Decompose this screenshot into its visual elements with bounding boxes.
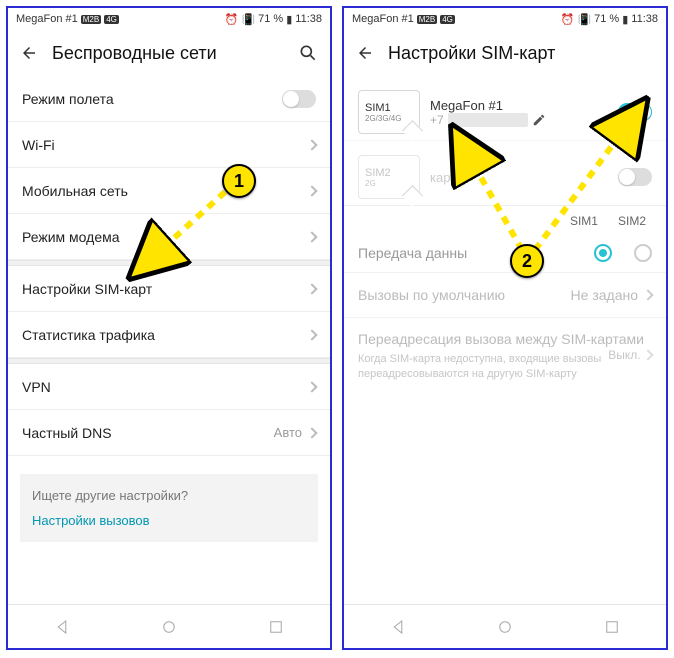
row-mobile-network[interactable]: Мобильная сеть [8,168,330,214]
edit-icon[interactable] [532,113,546,127]
status-bar: MegaFon #1 M2B 4G ⏰ 📳 71 % ▮ 11:38 [344,8,666,30]
row-value: Авто [274,425,302,440]
screenshot-right: MegaFon #1 M2B 4G ⏰ 📳 71 % ▮ 11:38 Настр… [342,6,668,650]
chevron-right-icon [306,231,317,242]
battery-icon: ▮ [622,13,628,26]
back-icon[interactable] [356,44,374,62]
row-label: Частный DNS [22,425,274,441]
status-bar: MegaFon #1 M2B 4G ⏰ 📳 71 % ▮ 11:38 [8,8,330,30]
search-icon[interactable] [298,43,318,63]
row-private-dns[interactable]: Частный DNS Авто [8,410,330,456]
carrier-name: MegaFon #1 [352,13,414,25]
row-label: Настройки SIM-карт [22,281,308,297]
row-call-forwarding[interactable]: Переадресация вызова между SIM-картами К… [344,318,666,394]
row-label: Мобильная сеть [22,183,308,199]
sim2-card-icon: SIM2 2G [358,155,420,199]
chevron-right-icon [642,289,653,300]
sim-slot-label: SIM1 [365,102,413,114]
sim2-toggle[interactable] [618,168,652,186]
chevron-right-icon [306,427,317,438]
page-title: Беспроводные сети [52,43,284,64]
row-label: Вызовы по умолчанию [358,287,505,303]
data-sim2-radio[interactable] [634,244,652,262]
row-label: Режим модема [22,229,308,245]
row-label: Wi-Fi [22,137,308,153]
badge-1: M2B [81,15,101,24]
nav-recent-icon[interactable] [603,618,621,636]
nav-bar [344,604,666,648]
airplane-toggle[interactable] [282,90,316,108]
hint-question: Ищете другие настройки? [32,488,306,503]
badge-2: 4G [440,15,455,24]
row-label: Передача данны [358,245,572,261]
battery-icon: ▮ [286,13,292,26]
screenshot-left: MegaFon #1 M2B 4G ⏰ 📳 71 % ▮ 11:38 Беспр… [6,6,332,650]
sim1-toggle[interactable] [618,103,652,121]
sim2-name-hint: карты [430,170,608,185]
alarm-icon: ⏰ [225,13,239,26]
sim2-block[interactable]: SIM2 2G карты [344,141,666,206]
chevron-right-icon [306,381,317,392]
alarm-icon: ⏰ [561,13,575,26]
battery-text: 71 % [594,13,619,25]
header: Настройки SIM-карт [344,30,666,76]
vibrate-icon: 📳 [241,13,255,26]
clock-time: 11:38 [295,13,322,25]
header: Беспроводные сети [8,30,330,76]
row-value: Не задано [571,287,638,303]
row-value: Выкл. [608,348,640,362]
col-sim2-label: SIM2 [618,214,646,228]
sim1-phone-prefix: +7 [430,113,444,127]
nav-recent-icon[interactable] [267,618,285,636]
row-vpn[interactable]: VPN [8,364,330,410]
sim-slot-label: SIM2 [365,167,413,179]
row-label: Режим полета [22,91,282,107]
clock-time: 11:38 [631,13,658,25]
data-sim1-radio[interactable] [594,244,612,262]
row-default-calls[interactable]: Вызовы по умолчанию Не задано [344,273,666,318]
nav-bar [8,604,330,648]
row-traffic-stats[interactable]: Статистика трафика [8,312,330,358]
nav-home-icon[interactable] [496,618,514,636]
chevron-right-icon [642,349,653,360]
nav-back-icon[interactable] [53,618,71,636]
hint-box: Ищете другие настройки? Настройки вызово… [20,474,318,542]
row-wifi[interactable]: Wi-Fi [8,122,330,168]
row-airplane[interactable]: Режим полета [8,76,330,122]
sim-bands-label: 2G [365,179,413,188]
chevron-right-icon [306,283,317,294]
row-sim-settings[interactable]: Настройки SIM-карт [8,266,330,312]
col-sim1-label: SIM1 [570,214,598,228]
row-label: Статистика трафика [22,327,308,343]
battery-text: 71 % [258,13,283,25]
back-icon[interactable] [20,44,38,62]
sim-columns-header: SIM1 SIM2 [344,206,666,234]
badge-2: 4G [104,15,119,24]
sim1-phone-blurred: 000000 [448,113,528,127]
row-title: Переадресация вызова между SIM-картами [358,330,652,348]
carrier-name: MegaFon #1 [16,13,78,25]
page-title: Настройки SIM-карт [388,43,654,64]
chevron-right-icon [306,139,317,150]
row-tethering[interactable]: Режим модема [8,214,330,260]
nav-home-icon[interactable] [160,618,178,636]
row-default-data[interactable]: Передача данны [344,234,666,273]
sim1-block[interactable]: SIM1 2G/3G/4G MegaFon #1 +7 000000 [344,76,666,141]
hint-link-call-settings[interactable]: Настройки вызовов [32,513,306,528]
vibrate-icon: 📳 [577,13,591,26]
nav-back-icon[interactable] [389,618,407,636]
chevron-right-icon [306,185,317,196]
chevron-right-icon [306,329,317,340]
badge-1: M2B [417,15,437,24]
sim-bands-label: 2G/3G/4G [365,114,413,123]
row-label: VPN [22,379,308,395]
sim1-name: MegaFon #1 [430,98,608,113]
sim1-card-icon: SIM1 2G/3G/4G [358,90,420,134]
